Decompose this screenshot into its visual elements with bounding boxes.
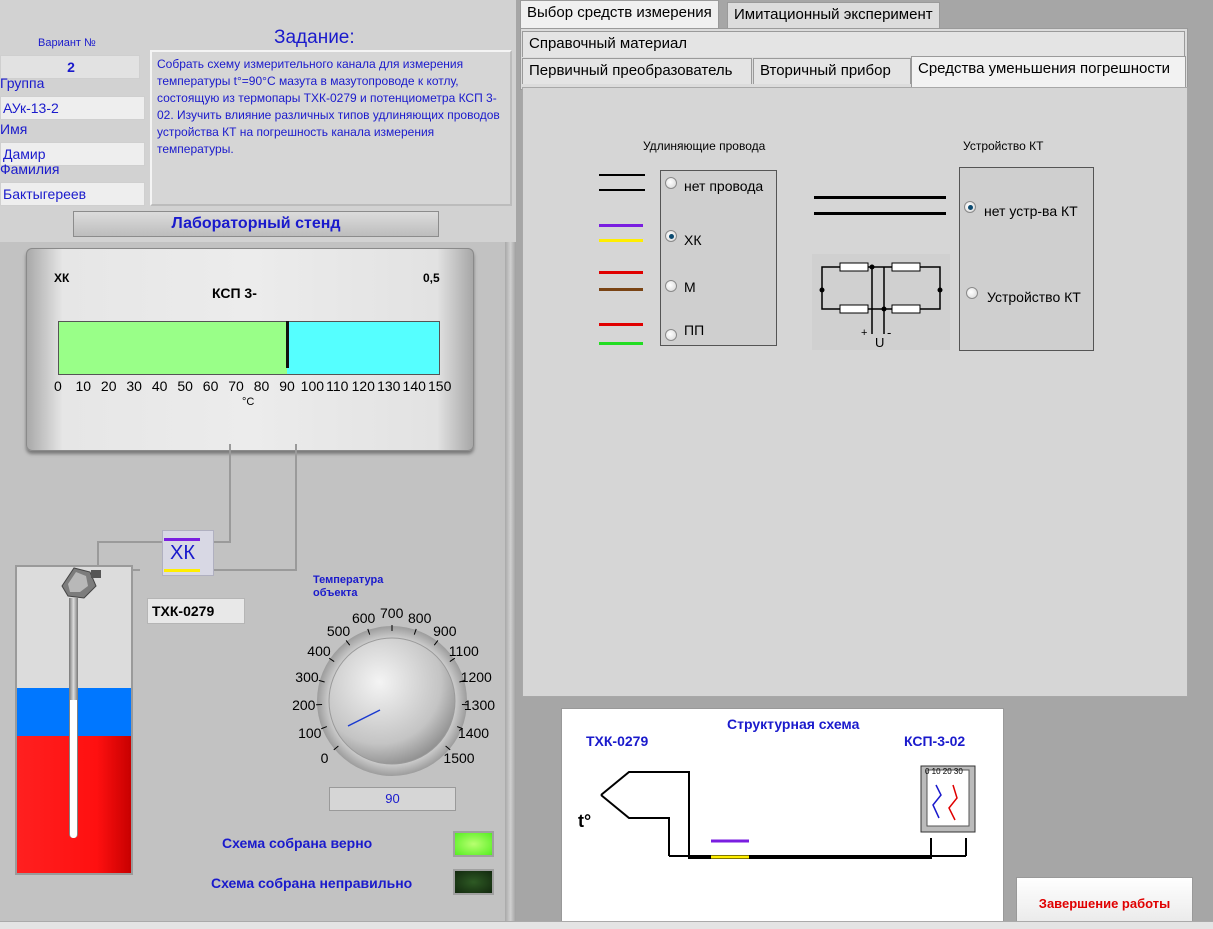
knob-label: 900: [433, 622, 457, 639]
taskbar: [0, 921, 1213, 929]
bridge-minus: -: [887, 325, 892, 340]
kt-title: Устройство КТ: [963, 139, 1044, 153]
bridge-u: U: [875, 335, 885, 350]
status-correct-led: [453, 831, 494, 857]
knob-label: 1300: [463, 697, 496, 714]
thermocouple-head-icon: [61, 567, 101, 599]
knob-label: 1400: [457, 725, 490, 742]
radio-wire-pp-label: ПП: [684, 322, 705, 338]
knob-label: 1200: [460, 669, 492, 686]
knob-label: 0: [320, 749, 329, 766]
radio-kt-device-label: Устройство КТ: [987, 289, 1081, 305]
status-wrong-led: [453, 869, 494, 895]
tab-primary-converter[interactable]: Первичный преобразователь: [522, 58, 752, 84]
knob-title: Температура объекта: [313, 574, 384, 599]
knob-label: 600: [351, 609, 376, 626]
radio-kt-none-label: нет устр-ва КТ: [984, 203, 1078, 219]
knob-label: 300: [295, 669, 319, 686]
thermocouple-model-field: ТХК-0279: [147, 598, 245, 624]
kt-radio-group: [959, 167, 1094, 351]
tab-simulation[interactable]: Имитационный эксперимент: [727, 2, 940, 28]
knob-label: 400: [307, 643, 331, 660]
radio-wire-pp[interactable]: [665, 329, 677, 341]
wires-radio-group: [660, 170, 777, 346]
bridge-plus: +: [861, 327, 868, 339]
knob-label: 700: [380, 605, 404, 621]
radio-wire-m[interactable]: [665, 280, 677, 292]
kt-none-line-2: [814, 212, 946, 215]
wire-xk-purple: [599, 224, 643, 227]
radio-kt-device[interactable]: [966, 287, 978, 299]
wire-pp-green: [599, 342, 643, 345]
knob-label: 1500: [443, 749, 475, 766]
wire-purple: [164, 538, 200, 541]
wire-m-brown: [599, 288, 643, 291]
radio-wire-none-label: нет провода: [684, 178, 764, 194]
radio-wire-xk-label: ХК: [684, 232, 702, 248]
status-wrong-label: Схема собрана неправильно: [211, 875, 413, 891]
wire-none-line-2: [599, 189, 645, 191]
tab-secondary-device[interactable]: Вторичный прибор: [753, 58, 911, 84]
knob-label: 100: [298, 725, 322, 742]
radio-wire-m-label: М: [684, 279, 696, 295]
wires-title: Удлиняющие провода: [643, 139, 766, 153]
connector-label: ХК: [170, 542, 195, 564]
knob-label: 500: [326, 622, 351, 639]
tab-reference-material[interactable]: Справочный материал: [522, 31, 1185, 57]
wire-yellow: [164, 569, 200, 572]
radio-kt-none[interactable]: [964, 201, 976, 213]
wire-pp-red: [599, 323, 643, 326]
wire-none-line-1: [599, 174, 645, 176]
knob-label: 1100: [448, 643, 479, 660]
status-correct-label: Схема собрана верно: [222, 835, 373, 851]
radio-wire-xk[interactable]: [665, 230, 677, 242]
tab-measurement-selection[interactable]: Выбор средств измерения: [520, 0, 719, 28]
probe-tip: [70, 700, 77, 838]
structure-title: Структурная схема: [727, 716, 860, 732]
structure-temp-label: t°: [578, 811, 592, 831]
radio-wire-none[interactable]: [665, 177, 677, 189]
wire-xk-yellow: [599, 239, 643, 242]
knob-label: 200: [292, 697, 316, 714]
kt-none-line-1: [814, 196, 946, 199]
wire-m-red: [599, 271, 643, 274]
knob-label: 800: [408, 609, 432, 626]
tab-error-reduction[interactable]: Средства уменьшения погрешности: [911, 56, 1186, 88]
recorder-ticks: 0 10 20 30: [925, 767, 963, 776]
knob-value-display: 90: [329, 787, 456, 811]
